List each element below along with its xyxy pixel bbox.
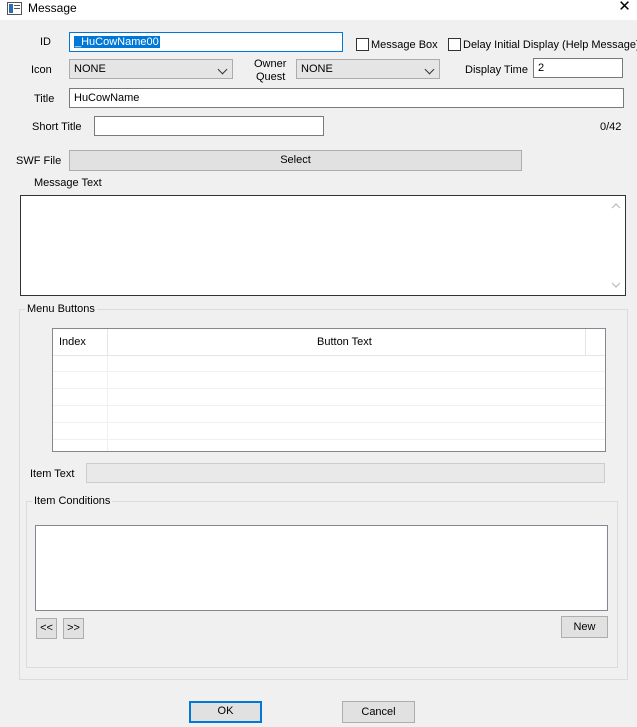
menu-buttons-group-title: Menu Buttons — [25, 303, 97, 315]
display-time-value: 2 — [538, 62, 545, 74]
grid-row-line — [53, 439, 605, 440]
message-text-area[interactable] — [20, 195, 626, 296]
menu-buttons-table[interactable]: Index Button Text — [52, 328, 606, 452]
title-input[interactable]: HuCowName — [69, 88, 624, 108]
title-label: Title — [34, 93, 55, 105]
item-text-label: Item Text — [30, 468, 75, 480]
item-conditions-group-title: Item Conditions — [32, 495, 113, 507]
new-condition-button[interactable]: New — [561, 616, 608, 638]
delay-display-checkbox[interactable] — [448, 38, 461, 51]
table-header: Index Button Text — [53, 329, 605, 356]
close-button[interactable]: ✕ — [612, 0, 637, 16]
chevron-down-icon — [217, 64, 228, 75]
prev-condition-button[interactable]: << — [36, 618, 57, 639]
swf-select-button[interactable]: Select — [69, 150, 522, 171]
grid-row-line — [53, 388, 605, 389]
grid-row-line — [53, 371, 605, 372]
title-bar: Message ✕ — [0, 0, 637, 20]
delay-display-label[interactable]: Delay Initial Display (Help Message) — [463, 39, 637, 51]
icon-dropdown-value: NONE — [74, 63, 106, 75]
column-divider — [585, 329, 586, 356]
next-condition-button[interactable]: >> — [63, 618, 84, 639]
icon-label: Icon — [31, 64, 52, 76]
item-text-input[interactable] — [86, 463, 605, 483]
chevron-down-icon — [424, 64, 435, 75]
display-time-input[interactable]: 2 — [533, 58, 623, 78]
cancel-button[interactable]: Cancel — [342, 701, 415, 723]
owner-quest-label-line2: Quest — [256, 71, 286, 83]
swf-file-label: SWF File — [16, 155, 62, 167]
close-icon: ✕ — [618, 0, 631, 15]
window-icon — [7, 2, 22, 15]
short-title-input[interactable] — [94, 116, 324, 136]
title-input-value: HuCowName — [74, 92, 140, 104]
owner-quest-dropdown[interactable]: NONE — [296, 59, 440, 79]
grid-row-line — [53, 422, 605, 423]
short-title-label: Short Title — [32, 121, 82, 133]
message-text-label: Message Text — [34, 177, 102, 189]
ok-button[interactable]: OK — [189, 701, 262, 723]
scroll-up-icon[interactable] — [611, 202, 621, 210]
message-box-label[interactable]: Message Box — [371, 39, 438, 51]
scroll-down-icon[interactable] — [611, 281, 621, 289]
message-box-checkbox[interactable] — [356, 38, 369, 51]
item-conditions-list[interactable] — [35, 525, 608, 611]
column-header-button-text[interactable]: Button Text — [317, 336, 372, 348]
id-input-value: _HuCowName00 — [74, 36, 160, 48]
owner-quest-label-line1: Owner — [254, 58, 287, 70]
column-divider — [107, 329, 108, 356]
grid-row-line — [53, 405, 605, 406]
owner-quest-dropdown-value: NONE — [301, 63, 333, 75]
window-title: Message — [28, 1, 77, 15]
icon-dropdown[interactable]: NONE — [69, 59, 233, 79]
column-header-index[interactable]: Index — [59, 336, 86, 348]
short-title-counter: 0/42 — [600, 121, 622, 133]
id-label: ID — [40, 36, 51, 48]
id-input[interactable]: _HuCowName00 — [69, 32, 343, 52]
display-time-label: Display Time — [465, 64, 528, 76]
